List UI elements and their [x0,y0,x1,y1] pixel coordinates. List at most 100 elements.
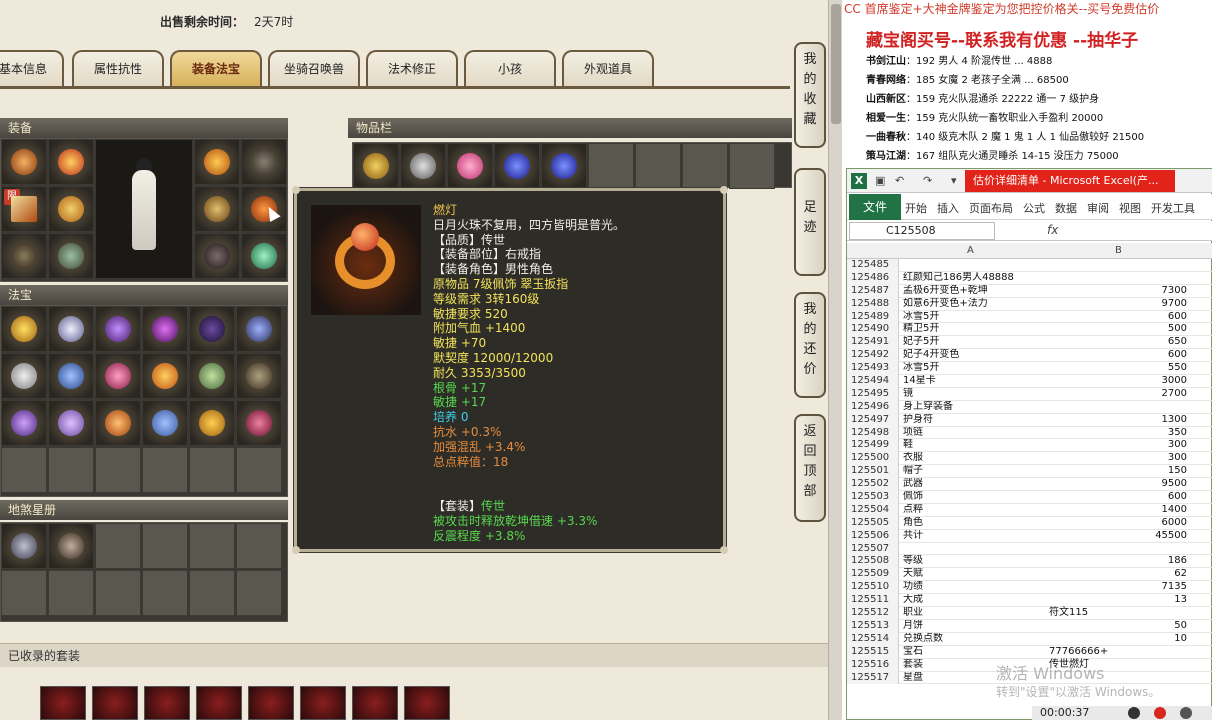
equip-slot-belt[interactable] [1,233,47,279]
inventory-slot-2[interactable] [400,143,446,189]
equip-slot-orb[interactable] [241,233,287,279]
set-slot[interactable] [40,686,86,720]
cell-a[interactable]: 项链 [903,427,1043,440]
save-icon[interactable]: ▣ [875,174,885,187]
equip-slot-whip[interactable] [241,139,287,185]
cell-a[interactable]: 护身符 [903,414,1043,427]
disha-slot[interactable] [1,523,47,569]
row-number[interactable]: 125504 [847,503,899,517]
equip-slot-boots[interactable] [48,233,94,279]
set-slot[interactable] [300,686,346,720]
cell-a[interactable]: 妃子4开变色 [903,349,1043,362]
disha-slot[interactable] [189,523,235,569]
fabao-slot[interactable] [189,400,235,446]
my-counteroffer-button[interactable]: 我的还价 [794,292,826,398]
cell-b[interactable]: 550 [1043,362,1189,375]
fabao-slot[interactable] [48,353,94,399]
row-number[interactable]: 125491 [847,336,899,350]
cell-a[interactable]: 妃子5开 [903,336,1043,349]
row-number[interactable]: 125507 [847,542,899,556]
fabao-slot[interactable] [142,353,188,399]
seller-listing[interactable]: 书剑江山：192 男人 4 阶混传世 ... 4888 [866,52,1206,67]
cell-b[interactable]: 3000 [1043,375,1189,388]
tab-appearance-items[interactable]: 外观道具 [562,50,654,86]
cell-a[interactable]: 帽子 [903,465,1043,478]
cell-a[interactable]: 武器 [903,478,1043,491]
row-number[interactable]: 125493 [847,362,899,376]
fabao-slot[interactable] [1,353,47,399]
fabao-slot[interactable] [142,306,188,352]
stop-icon[interactable] [1154,707,1166,719]
cell-a[interactable]: 佩饰 [903,491,1043,504]
inventory-slot-8[interactable] [682,143,728,189]
row-number[interactable]: 125489 [847,310,899,324]
row-number[interactable]: 125511 [847,594,899,608]
equip-slot-crown[interactable] [194,139,240,185]
cell-b[interactable]: 7135 [1043,581,1189,594]
cell-b[interactable]: 符文115 [1043,607,1189,620]
fabao-slot[interactable] [1,400,47,446]
inventory-slot-6[interactable] [588,143,634,189]
fabao-slot[interactable] [189,447,235,493]
disha-slot[interactable] [48,523,94,569]
row-number[interactable]: 125510 [847,581,899,595]
disha-slot[interactable] [142,523,188,569]
fabao-slot[interactable] [236,447,282,493]
cell-b[interactable]: 650 [1043,336,1189,349]
row-number[interactable]: 125496 [847,400,899,414]
ribbon-tab-data[interactable]: 数据 [1055,200,1077,216]
cell-a[interactable]: 等级 [903,555,1043,568]
cell-b[interactable]: 600 [1043,311,1189,324]
inventory-slot-9[interactable] [729,143,775,189]
row-number[interactable]: 125498 [847,426,899,440]
function-icon[interactable]: fx [1047,223,1058,237]
ribbon-tab-home[interactable]: 开始 [905,200,927,216]
fabao-slot[interactable] [48,306,94,352]
ribbon-tab-formulas[interactable]: 公式 [1023,200,1045,216]
cell-b[interactable]: 350 [1043,427,1189,440]
cell-a[interactable]: 兑换点数 [903,633,1043,646]
row-number[interactable]: 125487 [847,284,899,298]
cell-b[interactable]: 1400 [1043,504,1189,517]
row-number[interactable]: 125505 [847,516,899,530]
fabao-slot[interactable] [236,353,282,399]
inventory-slot-5[interactable] [541,143,587,189]
fabao-slot[interactable] [48,400,94,446]
inventory-slot-3[interactable] [447,143,493,189]
inventory-slot-7[interactable] [635,143,681,189]
set-slot[interactable] [248,686,294,720]
row-number[interactable]: 125508 [847,555,899,569]
inventory-slot-4[interactable] [494,143,540,189]
cell-b[interactable]: 600 [1043,349,1189,362]
disha-slot[interactable] [236,523,282,569]
cell-b[interactable]: 6000 [1043,517,1189,530]
row-number[interactable]: 125488 [847,297,899,311]
row-number[interactable]: 125509 [847,568,899,582]
seller-listing[interactable]: 青春网络：185 女魔 2 老孩子全满 ... 68500 [866,71,1206,86]
cell-b[interactable]: 9700 [1043,298,1189,311]
name-box[interactable]: C125508 [849,222,995,240]
fabao-slot[interactable] [189,306,235,352]
fabao-slot[interactable] [48,447,94,493]
fabao-slot[interactable] [142,447,188,493]
cell-a[interactable]: 身上穿装备 [903,401,1043,414]
cell-b[interactable]: 45500 [1043,530,1189,543]
fabao-slot[interactable] [95,400,141,446]
seller-listing[interactable]: 相爱一生：159 克火队统一畜牧职业入手盈利 20000 [866,109,1206,124]
tab-basic-info[interactable]: 基本信息 [0,50,64,86]
cell-a[interactable]: 镜 [903,388,1043,401]
ribbon-tab-review[interactable]: 审阅 [1087,200,1109,216]
cell-a[interactable]: 如意6开变色+法力 [903,298,1043,311]
seller-listing[interactable]: 山西新区：159 克火队混通杀 22222 通一 7 级护身 [866,90,1206,105]
row-number[interactable]: 125502 [847,478,899,492]
row-number[interactable]: 125513 [847,619,899,633]
fabao-slot[interactable] [95,306,141,352]
disha-slot[interactable] [236,570,282,616]
column-header-b[interactable]: B [1115,245,1122,256]
cell-a[interactable]: 冰雪5开 [903,311,1043,324]
fabao-slot[interactable] [95,447,141,493]
equip-slot-armor[interactable] [48,186,94,232]
excel-file-tab[interactable]: 文件 [849,194,901,220]
row-number[interactable]: 125486 [847,271,899,285]
cell-b[interactable]: 13 [1043,594,1189,607]
